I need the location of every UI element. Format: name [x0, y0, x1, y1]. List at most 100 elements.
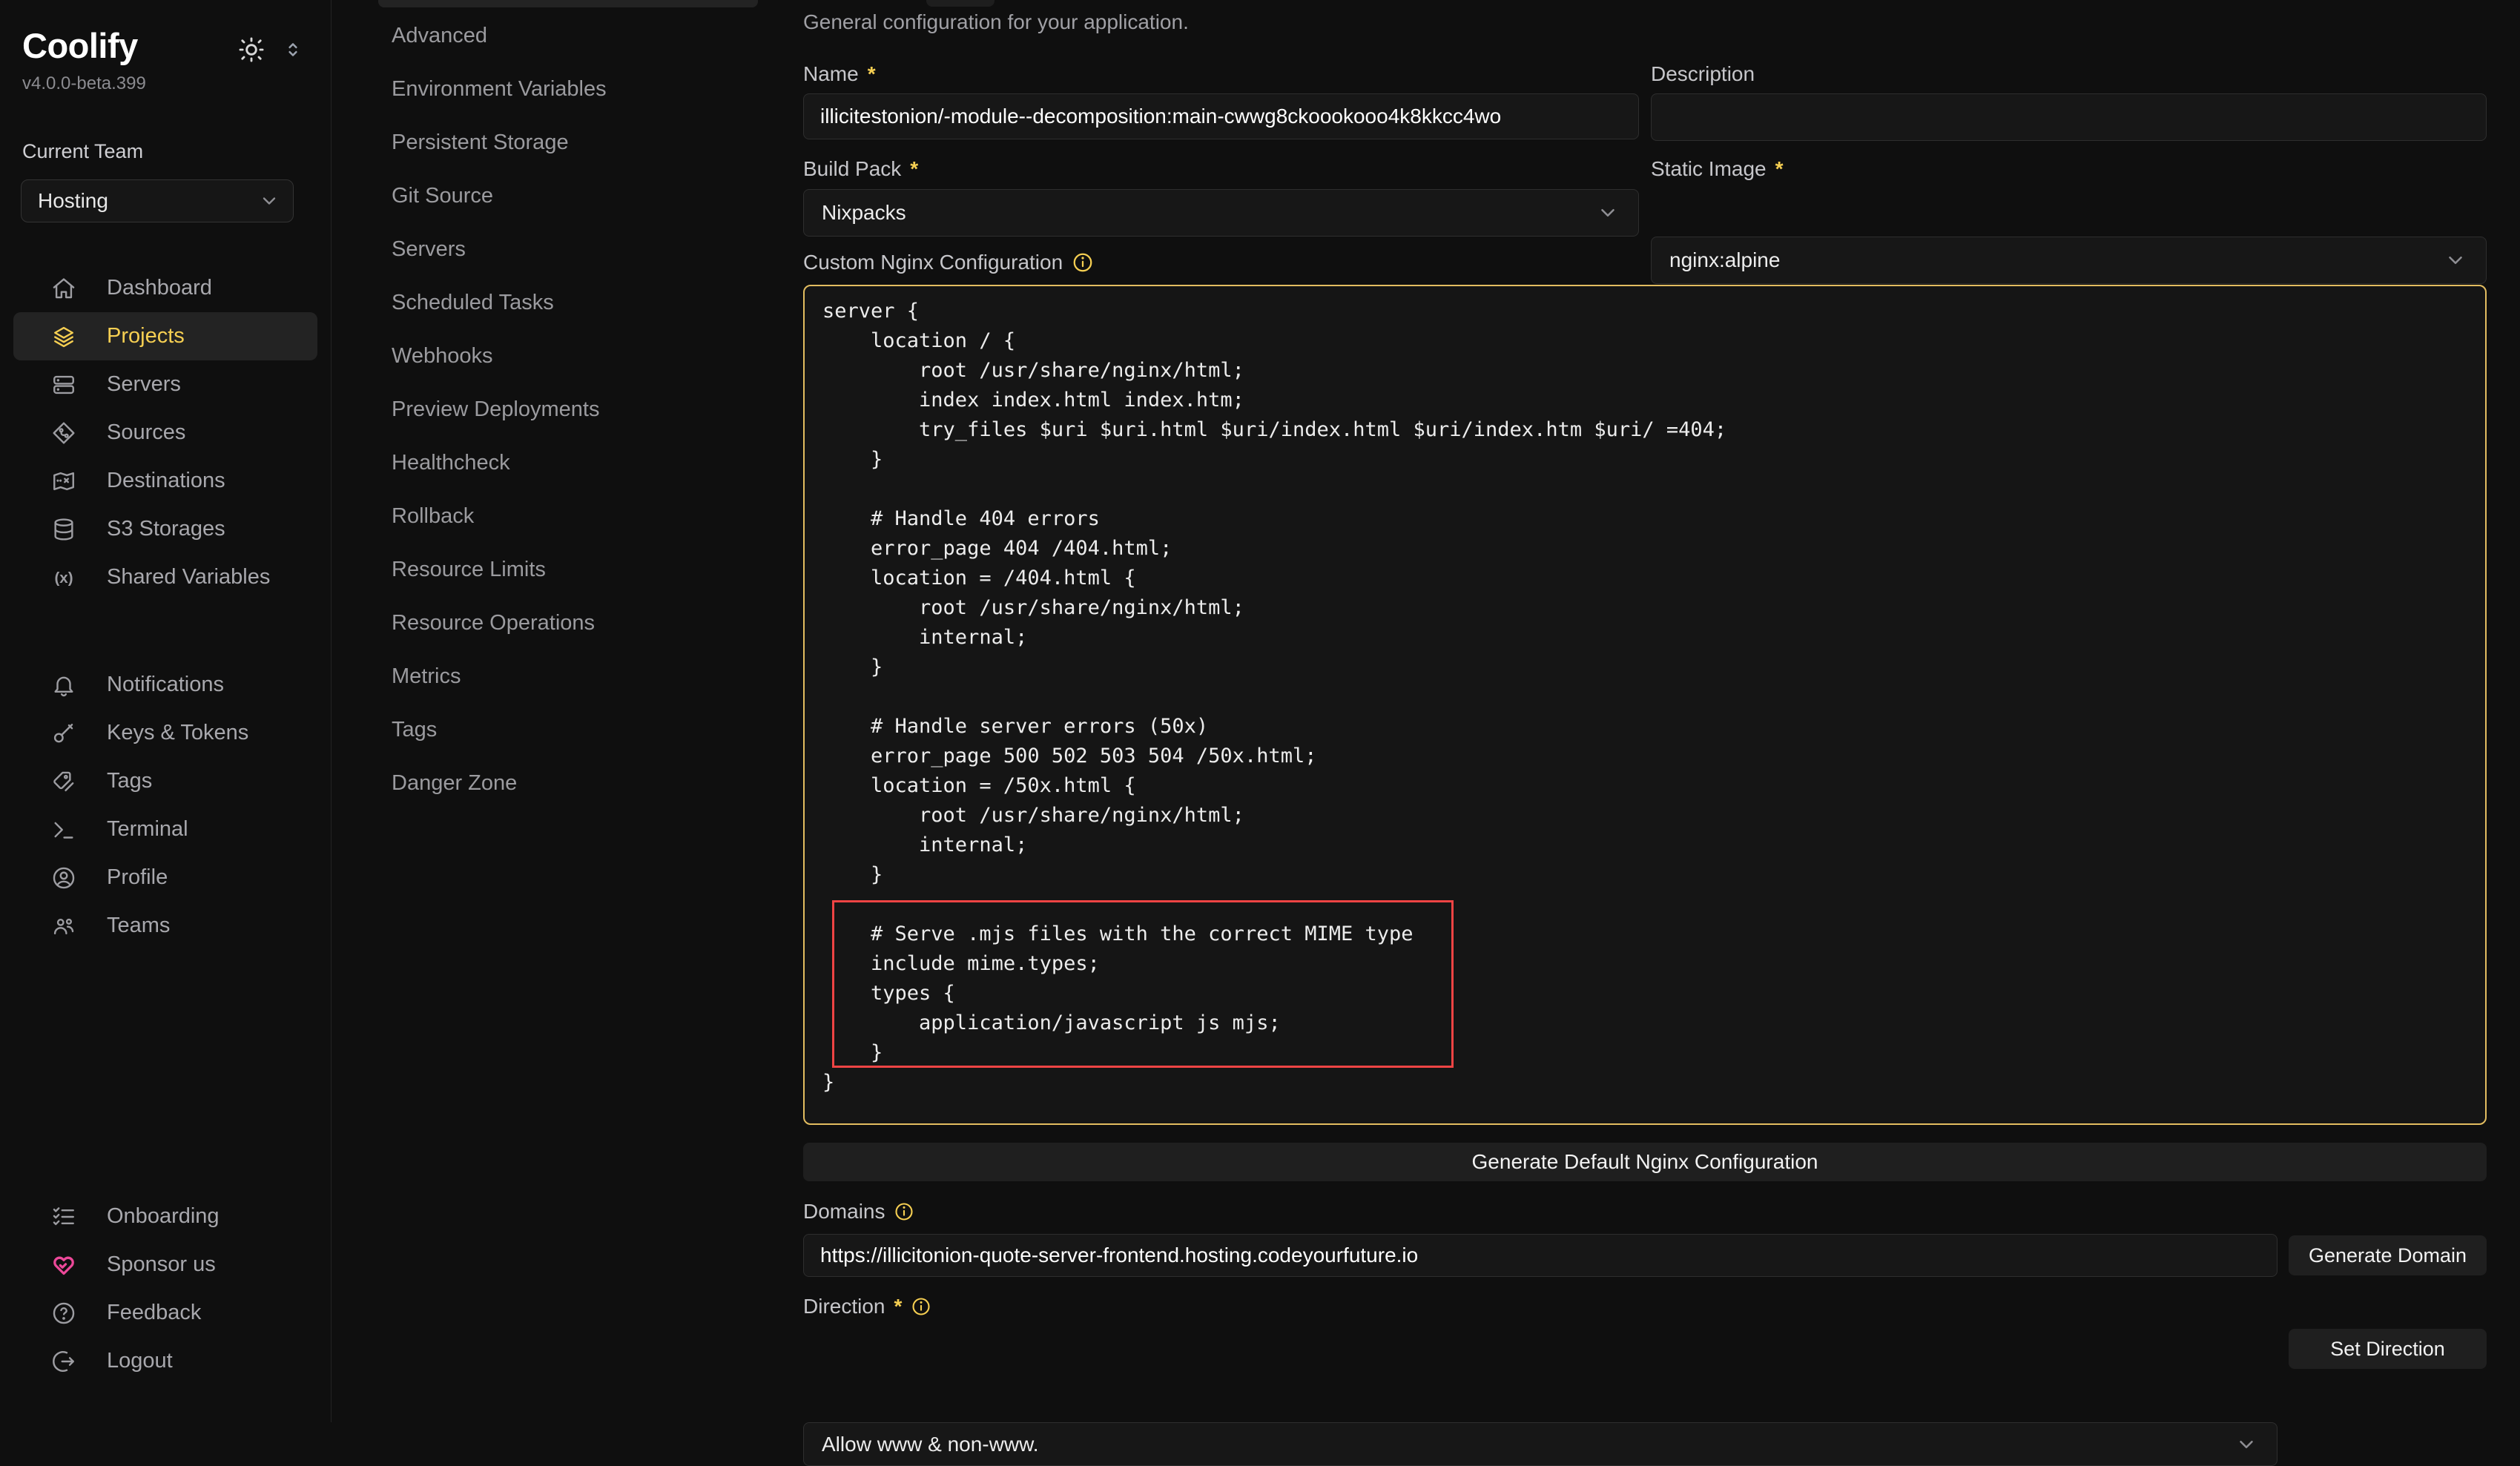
logout-icon	[50, 1348, 77, 1375]
chevron-down-icon	[259, 191, 280, 211]
subnav-list: AdvancedEnvironment VariablesPersistent …	[332, 0, 803, 810]
set-direction-button[interactable]: Set Direction	[2289, 1329, 2487, 1369]
sidebar-item-feedback[interactable]: Feedback	[13, 1289, 317, 1337]
info-icon[interactable]	[894, 1201, 914, 1222]
theme-toggle-sun-icon[interactable]	[237, 36, 265, 64]
nginx-config-editor[interactable]: server { location / { root /usr/share/ng…	[803, 285, 2487, 1125]
sidebar-item-s3-storages[interactable]: S3 Storages	[13, 505, 317, 553]
subnav-item-preview-deployments[interactable]: Preview Deployments	[332, 383, 803, 436]
description-input[interactable]	[1651, 93, 2487, 141]
sidebar-item-shared-variables[interactable]: (x) Shared Variables	[13, 553, 317, 601]
subnav-item-webhooks[interactable]: Webhooks	[332, 329, 803, 383]
nginx-config-label: Custom Nginx Configuration	[803, 251, 1094, 274]
static-image-label: Static Image*	[1651, 157, 1784, 181]
sidebar-header: Coolify v4.0.0-beta.399	[0, 0, 331, 94]
chevron-down-icon	[2235, 1433, 2257, 1456]
description-label: Description	[1651, 62, 1755, 86]
sidebar-item-servers[interactable]: Servers	[13, 360, 317, 409]
user-circle-icon	[50, 865, 77, 891]
sidebar-item-logout[interactable]: Logout	[13, 1337, 317, 1385]
team-select[interactable]: Hosting	[21, 179, 294, 222]
sidebar-item-label: Onboarding	[107, 1204, 220, 1229]
sidebar-nav-group-secondary: Notifications Keys & Tokens Tags Terminal Pr…	[0, 661, 331, 950]
sidebar-item-teams[interactable]: Teams	[13, 902, 317, 950]
subnav-item-resource-operations[interactable]: Resource Operations	[332, 596, 803, 650]
subnav-item-advanced[interactable]: Advanced	[332, 9, 803, 62]
chevron-down-icon	[2444, 249, 2467, 271]
home-icon	[50, 275, 77, 302]
settings-subnav: AdvancedEnvironment VariablesPersistent …	[332, 0, 803, 1422]
sidebar-item-destinations[interactable]: Destinations	[13, 457, 317, 505]
generate-domain-button[interactable]: Generate Domain	[2289, 1235, 2487, 1275]
subnav-item-resource-limits[interactable]: Resource Limits	[332, 543, 803, 596]
subnav-item-healthcheck[interactable]: Healthcheck	[332, 436, 803, 489]
sidebar-nav: Dashboard Projects ServersSourcesDestinati…	[0, 264, 331, 950]
subnav-item-metrics[interactable]: Metrics	[332, 650, 803, 703]
tab-cutoff	[926, 0, 995, 7]
required-asterisk: *	[1775, 157, 1784, 181]
svg-text:(x): (x)	[54, 569, 73, 586]
app-version: v4.0.0-beta.399	[22, 73, 309, 94]
domains-input[interactable]	[803, 1234, 2277, 1277]
sidebar-item-notifications[interactable]: Notifications	[13, 661, 317, 709]
subnav-item-danger-zone[interactable]: Danger Zone	[332, 756, 803, 810]
sidebar-item-dashboard[interactable]: Dashboard	[13, 264, 317, 312]
sidebar-item-label: Teams	[107, 914, 170, 938]
sidebar-item-profile[interactable]: Profile	[13, 853, 317, 902]
bell-icon	[50, 672, 77, 699]
version-switcher-chevrons-icon[interactable]	[282, 39, 304, 61]
direction-select[interactable]: Allow www & non-www.	[803, 1422, 2277, 1466]
name-input[interactable]	[803, 93, 1639, 139]
sidebar-item-label: Tags	[107, 769, 152, 793]
sidebar-item-label: Keys & Tokens	[107, 721, 248, 745]
subnav-item-scheduled-tasks[interactable]: Scheduled Tasks	[332, 276, 803, 329]
sidebar-item-sources[interactable]: Sources	[13, 409, 317, 457]
sidebar-item-label: Sponsor us	[107, 1252, 216, 1277]
subnav-item-git-source[interactable]: Git Source	[332, 169, 803, 222]
git-branch-icon	[50, 420, 77, 446]
info-icon[interactable]	[911, 1296, 931, 1317]
server-icon	[50, 372, 77, 398]
heart-icon	[50, 1252, 77, 1278]
subnav-item-environment-variables[interactable]: Environment Variables	[332, 62, 803, 116]
sidebar-nav-group-bottom: Onboarding Sponsor us Feedback Logout	[0, 1192, 331, 1385]
team-select-value: Hosting	[38, 189, 108, 213]
generate-default-nginx-config-button[interactable]: Generate Default Nginx Configuration	[803, 1143, 2487, 1181]
sidebar-item-label: Notifications	[107, 673, 224, 697]
sidebar-item-label: Profile	[107, 865, 168, 890]
subnav-item-rollback[interactable]: Rollback	[332, 489, 803, 543]
sidebar-item-onboarding[interactable]: Onboarding	[13, 1192, 317, 1241]
subnav-item-servers[interactable]: Servers	[332, 222, 803, 276]
checklist-icon	[50, 1203, 77, 1230]
sidebar-item-label: Shared Variables	[107, 565, 270, 590]
sidebar-item-keys-tokens[interactable]: Keys & Tokens	[13, 709, 317, 757]
subnav-item-persistent-storage[interactable]: Persistent Storage	[332, 116, 803, 169]
help-circle-icon	[50, 1300, 77, 1327]
direction-label: Direction*	[803, 1295, 931, 1318]
chevron-down-icon	[1597, 202, 1619, 224]
domains-label: Domains	[803, 1200, 914, 1224]
sidebar-item-projects[interactable]: Projects	[13, 312, 317, 360]
info-icon[interactable]	[1072, 251, 1094, 274]
general-configuration-panel: General configuration for your applicati…	[803, 0, 2520, 1422]
terminal-icon	[50, 816, 77, 843]
current-team-label: Current Team	[22, 140, 331, 163]
sidebar-item-label: S3 Storages	[107, 517, 225, 541]
static-image-select[interactable]: nginx:alpine	[1651, 237, 2487, 284]
sidebar-item-terminal[interactable]: Terminal	[13, 805, 317, 853]
build-pack-select[interactable]: Nixpacks	[803, 189, 1639, 237]
tag-icon	[50, 768, 77, 795]
sidebar-nav-group-main: Dashboard Projects ServersSourcesDestinati…	[0, 264, 331, 601]
sidebar-item-sponsor-us[interactable]: Sponsor us	[13, 1241, 317, 1289]
mime-type-highlight-box	[832, 900, 1454, 1068]
build-pack-label: Build Pack*	[803, 157, 918, 181]
name-label: Name*	[803, 62, 876, 86]
sidebar-item-label: Projects	[107, 324, 185, 349]
sidebar-item-tags[interactable]: Tags	[13, 757, 317, 805]
sidebar-item-label: Logout	[107, 1349, 173, 1373]
subnav-active-item-cutoff[interactable]	[378, 0, 758, 7]
page-subtitle: General configuration for your applicati…	[803, 10, 1189, 34]
subnav-item-tags[interactable]: Tags	[332, 703, 803, 756]
layers-icon	[50, 323, 77, 350]
braces-x-icon: (x)	[50, 564, 77, 591]
